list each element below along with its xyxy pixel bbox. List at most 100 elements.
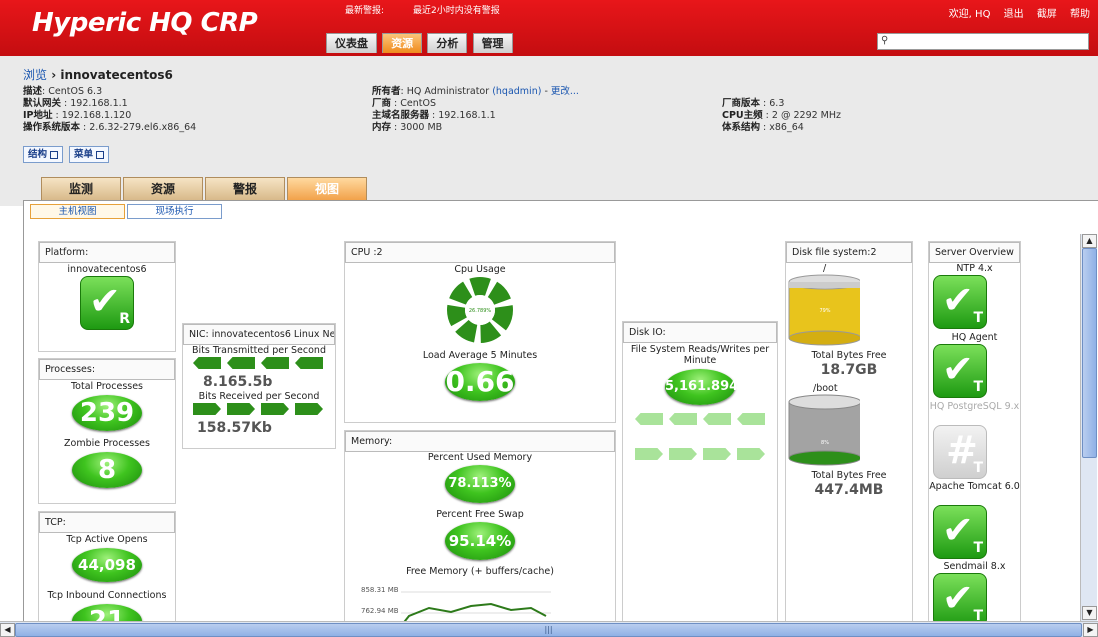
disk-fs-panel: Disk file system:2 / 79% Total Bytes Fre… <box>785 241 913 622</box>
search-input[interactable]: ⚲ <box>877 33 1089 50</box>
server-status-icon[interactable]: ✔ T <box>933 344 987 398</box>
platform-status-icon[interactable]: ✔ R <box>80 276 134 330</box>
info-key: 所有者 <box>372 86 401 97</box>
panel-title: Disk IO: <box>623 322 777 343</box>
total-processes-label: Total Processes <box>70 381 144 392</box>
panel-title: Disk file system:2 <box>786 242 912 263</box>
vertical-scroll-thumb[interactable] <box>1082 248 1097 458</box>
scroll-down-icon[interactable]: ▼ <box>1082 606 1097 620</box>
server-name: Sendmail 8.x <box>943 561 1006 572</box>
free-memory-label: Free Memory (+ buffers/cache) <box>406 566 554 577</box>
check-icon: ✔ <box>89 279 121 323</box>
expand-icon <box>50 150 59 159</box>
expand-icon <box>96 150 105 159</box>
load-avg-value: 0.66 <box>445 363 515 401</box>
server-status-icon[interactable]: ✔ T <box>933 505 987 559</box>
server-status-icon[interactable]: ✔ T <box>933 573 987 622</box>
subtab-monitor[interactable]: 监测 <box>41 177 121 200</box>
info-key: 主域名服务器 <box>372 110 430 121</box>
info-value: 3000 MB <box>400 122 443 133</box>
info-value: 6.3 <box>769 98 785 109</box>
owner-link[interactable]: (hqadmin) <box>492 86 541 97</box>
platform-panel: Platform: innovatecentos6 ✔ R <box>38 241 176 352</box>
top-header: Hyperic HQ CRP 最新警报: 最近2小时内没有警报 欢迎, HQ 退… <box>0 0 1098 56</box>
zombie-processes-label: Zombie Processes <box>64 438 150 449</box>
check-icon: ✔ <box>942 278 974 322</box>
scroll-right-icon[interactable]: ▶ <box>1083 623 1098 637</box>
arrow-right-icon <box>737 448 765 460</box>
server-name: HQ Agent <box>951 332 998 343</box>
tab-admin[interactable]: 管理 <box>472 33 513 53</box>
load-avg-label: Load Average 5 Minutes <box>422 350 538 361</box>
scroll-left-icon[interactable]: ◀ <box>0 623 15 637</box>
arrow-right-icon <box>261 403 289 415</box>
info-value: 2.6.32-279.el6.x86_64 <box>89 122 197 133</box>
help-link[interactable]: 帮助 <box>1070 9 1090 20</box>
fs1-free-label: Total Bytes Free <box>811 350 887 361</box>
info-column-3: 厂商版本 : 6.3 CPU主频 : 2 @ 2292 MHz 体系结构 : x… <box>722 98 842 133</box>
status-badge: T <box>973 608 983 622</box>
host-view-button[interactable]: 主机视图 <box>30 204 125 219</box>
used-memory-label: Percent Used Memory <box>427 452 533 463</box>
panel-title: Server Overview <box>929 242 1020 263</box>
arrow-left-icon <box>635 413 663 425</box>
arrow-left-icon <box>703 413 731 425</box>
server-overview-panel: Server Overview NTP 4.x ✔ T HQ Agent ✔ T… <box>928 241 1021 622</box>
menu-button[interactable]: 菜单 <box>69 146 110 163</box>
breadcrumb: 浏览 › innovatecentos6 <box>23 66 173 83</box>
cpu-usage-value: 26.789% <box>469 308 491 314</box>
info-key: IP地址 <box>23 110 53 121</box>
bits-tx-value: 8.165.5b <box>203 374 273 390</box>
panel-title: Memory: <box>345 431 615 452</box>
subtab-alerts[interactable]: 警报 <box>205 177 285 200</box>
subtab-resources[interactable]: 资源 <box>123 177 203 200</box>
platform-name: innovatecentos6 <box>67 264 147 275</box>
info-value: 192.168.1.120 <box>61 110 132 121</box>
alerts-value[interactable]: 最近2小时内没有警报 <box>413 3 500 16</box>
vertical-scrollbar[interactable]: ▲ ▼ <box>1080 234 1097 622</box>
app-logo[interactable]: Hyperic HQ CRP <box>32 8 258 38</box>
tcp-inbound-value: 21 <box>72 604 142 622</box>
info-key: CPU主频 <box>722 110 763 121</box>
logout-link[interactable]: 退出 <box>1004 9 1024 20</box>
change-owner-link[interactable]: 更改... <box>551 86 579 97</box>
info-value: HQ Administrator <box>406 86 490 97</box>
tcp-inbound-label: Tcp Inbound Connections <box>47 590 167 601</box>
screenshot-link[interactable]: 截屏 <box>1037 9 1057 20</box>
live-exec-button[interactable]: 现场执行 <box>127 204 222 219</box>
tab-analyze[interactable]: 分析 <box>427 33 468 53</box>
memory-panel: Memory: Percent Used Memory 78.113% Perc… <box>344 430 616 622</box>
memory-axis-tick: 858.31 MB <box>361 586 399 594</box>
check-icon: ✔ <box>942 508 974 552</box>
server-name: NTP 4.x <box>956 263 993 274</box>
server-status-icon[interactable]: # T <box>933 425 987 479</box>
info-value: 2 @ 2292 MHz <box>771 110 842 121</box>
arrow-right-icon <box>703 448 731 460</box>
scroll-up-icon[interactable]: ▲ <box>1082 234 1097 248</box>
structure-label: 结构 <box>28 149 48 160</box>
top-links: 欢迎, HQ 退出 截屏 帮助 <box>939 5 1090 20</box>
tab-dashboard[interactable]: 仪表盘 <box>326 33 377 53</box>
tab-resources[interactable]: 资源 <box>382 33 423 53</box>
horizontal-scroll-thumb[interactable]: ||| <box>15 623 1082 637</box>
check-icon: ✔ <box>942 576 974 620</box>
memory-axis-tick: 762.94 MB <box>361 607 399 615</box>
arrow-left-icon <box>261 357 289 369</box>
breadcrumb-current: innovatecentos6 <box>60 68 173 82</box>
arrow-right-icon <box>635 448 663 460</box>
breadcrumb-browse-link[interactable]: 浏览 <box>23 68 47 82</box>
check-icon: ✔ <box>942 347 974 391</box>
free-swap-value: 95.14% <box>445 522 515 560</box>
subtab-views[interactable]: 视图 <box>287 177 367 200</box>
arrow-left-icon <box>227 357 255 369</box>
info-key: 体系结构 <box>722 122 761 133</box>
panel-title: Platform: <box>39 242 175 263</box>
horizontal-scrollbar[interactable]: ◀ ||| ▶ <box>0 621 1098 637</box>
alerts-label: 最新警报: <box>345 6 385 16</box>
fs1-name: / <box>823 263 827 274</box>
structure-button[interactable]: 结构 <box>23 146 64 163</box>
tx-traffic-arrows <box>193 357 329 371</box>
bits-rx-label: Bits Received per Second <box>198 391 320 402</box>
server-status-icon[interactable]: ✔ T <box>933 275 987 329</box>
status-badge: T <box>973 460 983 476</box>
